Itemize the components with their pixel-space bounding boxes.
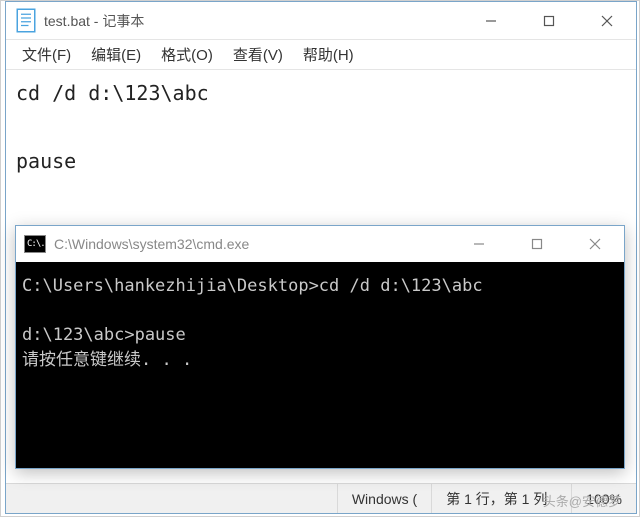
notepad-window-controls	[462, 2, 636, 39]
maximize-button[interactable]	[508, 226, 566, 262]
cmd-line: d:\123\abc>pause	[22, 325, 186, 345]
notepad-title: test.bat - 记事本	[44, 11, 462, 31]
cmd-window-controls	[450, 226, 624, 262]
cmd-window: C:\. C:\Windows\system32\cmd.exe C:\User…	[15, 225, 625, 469]
close-button[interactable]	[578, 2, 636, 39]
menu-help[interactable]: 帮助(H)	[293, 40, 364, 69]
menu-file[interactable]: 文件(F)	[12, 40, 81, 69]
menu-edit[interactable]: 编辑(E)	[81, 40, 151, 69]
cmd-title: C:\Windows\system32\cmd.exe	[54, 236, 450, 252]
menu-view[interactable]: 查看(V)	[223, 40, 293, 69]
notepad-titlebar[interactable]: test.bat - 记事本	[6, 2, 636, 40]
status-zoom: 100%	[571, 484, 636, 513]
maximize-button[interactable]	[520, 2, 578, 39]
notepad-statusbar: Windows ( 第 1 行，第 1 列 100%	[6, 483, 636, 513]
notepad-menubar: 文件(F) 编辑(E) 格式(O) 查看(V) 帮助(H)	[6, 40, 636, 70]
cmd-line: 请按任意键继续. . .	[22, 350, 192, 370]
cmd-output[interactable]: C:\Users\hankezhijia\Desktop>cd /d d:\12…	[16, 262, 624, 468]
close-button[interactable]	[566, 226, 624, 262]
minimize-button[interactable]	[462, 2, 520, 39]
menu-format[interactable]: 格式(O)	[151, 40, 223, 69]
status-platform: Windows (	[337, 484, 431, 513]
notepad-icon	[16, 11, 36, 31]
status-cursor-position: 第 1 行，第 1 列	[431, 484, 571, 513]
cmd-icon: C:\.	[24, 235, 46, 253]
cmd-titlebar[interactable]: C:\. C:\Windows\system32\cmd.exe	[16, 226, 624, 262]
cmd-line: C:\Users\hankezhijia\Desktop>cd /d d:\12…	[22, 276, 483, 296]
minimize-button[interactable]	[450, 226, 508, 262]
